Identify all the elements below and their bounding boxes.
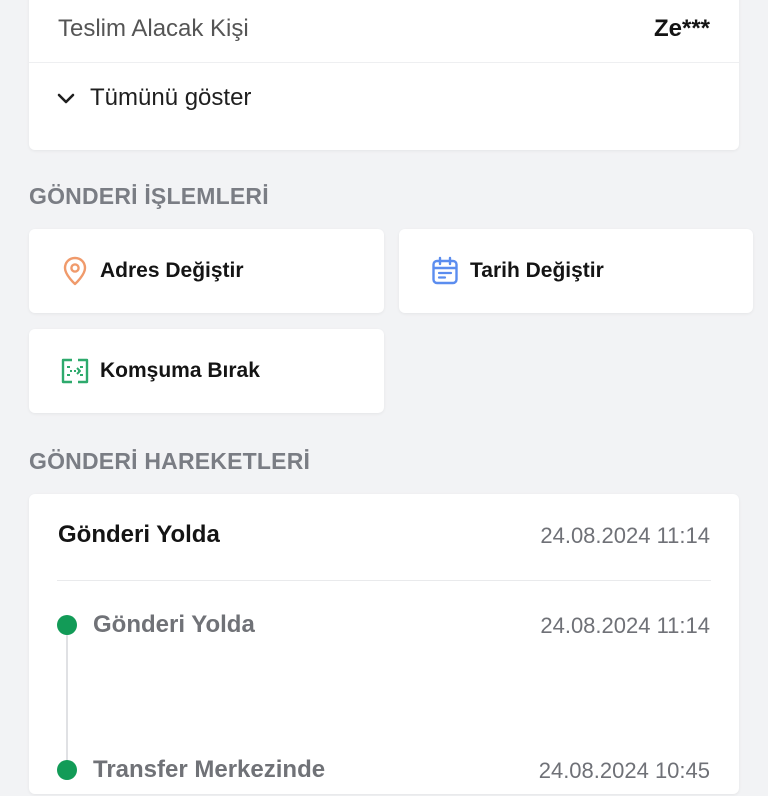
transfer-icon <box>60 356 90 386</box>
movements-section-title: GÖNDERİ HAREKETLERİ <box>29 448 311 474</box>
current-status-header[interactable]: Gönderi Yolda 24.08.2024 11:14 <box>29 494 739 580</box>
divider <box>57 580 711 581</box>
movements-card: Gönderi Yolda 24.08.2024 11:14 Gönderi Y… <box>29 494 739 794</box>
change-address-button[interactable]: Adres Değiştir <box>29 229 384 313</box>
recipient-row: Teslim Alacak Kişi Ze*** <box>29 0 739 63</box>
timeline-dot <box>57 760 77 780</box>
actions-section-title: GÖNDERİ İŞLEMLERİ <box>29 183 269 209</box>
timeline-item: Transfer Merkezinde 24.08.2024 10:45 <box>29 756 739 796</box>
show-all-label: Tümünü göster <box>90 84 252 111</box>
shipment-info-card: Teslim Alacak Kişi Ze*** Tümünü göster <box>29 0 739 150</box>
change-address-label: Adres Değiştir <box>100 259 244 282</box>
timeline-dot <box>57 615 77 635</box>
show-all-button[interactable]: Tümünü göster <box>54 84 251 112</box>
change-date-label: Tarih Değiştir <box>470 259 604 282</box>
timeline-status: Transfer Merkezinde <box>93 756 326 783</box>
timeline-datetime: 24.08.2024 10:45 <box>538 758 710 783</box>
timeline-datetime: 24.08.2024 11:14 <box>540 613 710 638</box>
recipient-label: Teslim Alacak Kişi <box>58 15 249 42</box>
timeline-status: Gönderi Yolda <box>93 611 255 638</box>
leave-with-neighbor-button[interactable]: Komşuma Bırak <box>29 329 384 413</box>
leave-with-neighbor-label: Komşuma Bırak <box>100 359 260 382</box>
current-status: Gönderi Yolda <box>58 521 220 548</box>
chevron-down-icon <box>57 93 75 104</box>
current-status-datetime: 24.08.2024 11:14 <box>540 523 710 548</box>
timeline-item: Gönderi Yolda 24.08.2024 11:14 <box>29 611 739 651</box>
calendar-icon <box>430 256 460 286</box>
location-pin-icon <box>60 256 90 286</box>
change-date-button[interactable]: Tarih Değiştir <box>399 229 753 313</box>
recipient-value: Ze*** <box>653 15 710 42</box>
